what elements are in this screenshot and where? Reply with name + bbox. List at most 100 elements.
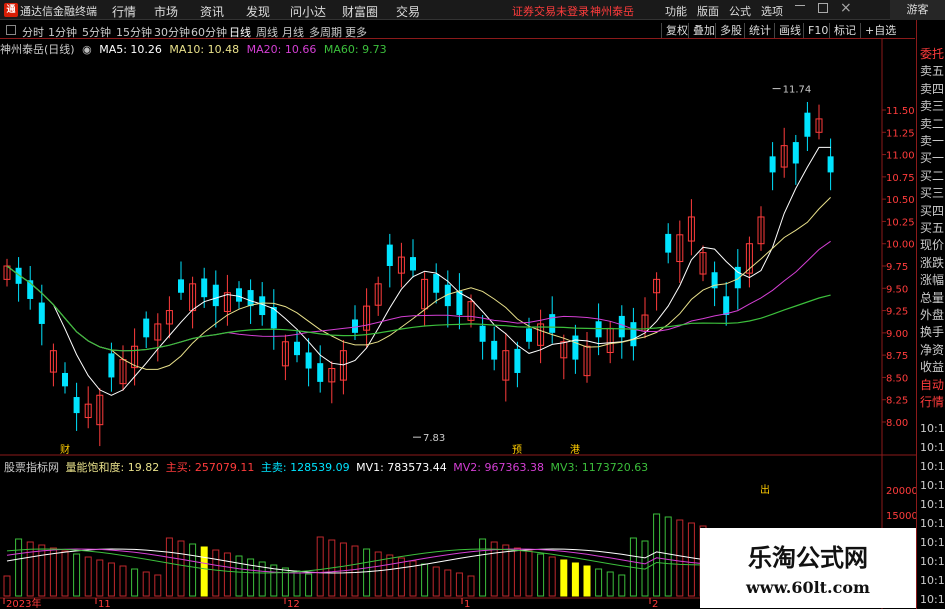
candle-body <box>247 290 254 307</box>
sidebar-item-6[interactable]: 买一 <box>920 150 944 166</box>
sidebar-item-7[interactable]: 买二 <box>920 168 944 184</box>
menu-market-quotes[interactable]: 行情 <box>112 3 136 20</box>
mark-button[interactable]: 标记 <box>829 23 860 38</box>
stats-button[interactable]: 统计 <box>744 23 775 38</box>
sidebar-item-12[interactable]: 涨跌 <box>920 255 944 271</box>
volume-bar <box>479 538 487 597</box>
mv1-value: MV1: 783573.44 <box>356 461 447 474</box>
sidebar-item-10[interactable]: 买五 <box>920 220 944 236</box>
volume-bar <box>189 543 197 597</box>
menu-trade[interactable]: 交易 <box>396 3 420 20</box>
price-tick-label: 11.25 <box>886 128 915 139</box>
sidebar-item-19[interactable]: 自动 <box>920 377 944 393</box>
sidebar-item-4[interactable]: 卖二 <box>920 116 944 132</box>
guest-button[interactable]: 游客 <box>890 0 945 20</box>
sidebar-item-15[interactable]: 外盘 <box>920 307 944 323</box>
sidebar-item-3[interactable]: 卖三 <box>920 98 944 114</box>
sidebar-item-14[interactable]: 总量 <box>920 290 944 306</box>
menu-ask[interactable]: 问小达 <box>290 3 326 20</box>
volume-bar <box>502 544 510 597</box>
volume-bar <box>177 540 185 597</box>
price-tick-label: 9.75 <box>886 262 908 273</box>
close-icon[interactable]: × <box>840 0 852 16</box>
sidebar-item-2[interactable]: 卖四 <box>920 81 944 97</box>
event-marker: 预 <box>512 444 522 456</box>
volume-bar <box>96 559 104 597</box>
volume-bar <box>49 547 57 597</box>
menu-wealth[interactable]: 财富圈 <box>342 3 378 20</box>
candle-body <box>723 296 730 316</box>
candle-body <box>827 156 834 173</box>
indicator-formula: 量能饱和度: 19.82 <box>65 461 160 474</box>
volume-bar <box>26 541 34 597</box>
price-tick-label: 8.25 <box>886 396 908 407</box>
minimize-icon[interactable] <box>795 5 805 6</box>
ma10-line <box>6 197 831 370</box>
app-logo-icon: 通 <box>4 3 18 17</box>
candle-body <box>491 340 498 360</box>
candle-body <box>572 335 579 360</box>
menu-news[interactable]: 资讯 <box>200 3 224 20</box>
low-price-label: 7.83 <box>423 433 445 444</box>
broker-login-status[interactable]: 证券交易未登录 <box>512 3 589 19</box>
price-tick-label: 11.00 <box>886 151 915 162</box>
price-tick-label: 9.50 <box>886 284 908 295</box>
sidebar-item-18[interactable]: 收益 <box>920 359 944 375</box>
f10-button[interactable]: F10 <box>803 23 832 38</box>
price-tick-label: 8.50 <box>886 373 908 384</box>
expand-icon[interactable] <box>6 25 16 35</box>
sidebar-item-0[interactable]: 委托 <box>920 46 944 62</box>
draw-button[interactable]: 画线 <box>774 23 805 38</box>
app-title: 通达信金融终端 <box>20 5 97 18</box>
maximize-icon[interactable] <box>818 3 828 13</box>
watermark-title: 乐淘公式网 <box>748 543 868 572</box>
sidebar-item-9[interactable]: 买四 <box>920 203 944 219</box>
sidebar-item-5[interactable]: 卖一 <box>920 133 944 149</box>
menu-market[interactable]: 市场 <box>154 3 178 20</box>
sidebar-item-13[interactable]: 涨幅 <box>920 272 944 288</box>
candle-body <box>514 348 521 373</box>
toolbar-layout[interactable]: 版面 <box>697 3 719 19</box>
candle-body <box>410 257 416 271</box>
indicator-name[interactable]: 股票指标网 <box>4 461 59 474</box>
multi-stock-button[interactable]: 多股 <box>715 23 746 38</box>
candle-body <box>317 363 324 382</box>
candle-body <box>259 296 266 316</box>
main-buy-value: 主买: 257079.11 <box>165 461 255 474</box>
high-price-label: 11.74 <box>783 85 812 96</box>
sidebar-item-20[interactable]: 行情 <box>920 394 944 410</box>
volume-bar <box>270 564 278 597</box>
candle-body <box>456 290 463 316</box>
toolbar-function[interactable]: 功能 <box>665 3 687 19</box>
sidebar-time-6: 10:1 <box>920 536 945 549</box>
price-tick-label: 8.75 <box>886 351 908 362</box>
volume-bar <box>397 557 405 597</box>
volume-bar <box>525 550 533 597</box>
toolbar-formula[interactable]: 公式 <box>729 3 751 19</box>
menu-discover[interactable]: 发现 <box>246 3 270 20</box>
sidebar-item-16[interactable]: 换手 <box>920 324 944 340</box>
sidebar-item-11[interactable]: 现价 <box>920 237 944 253</box>
candle-body <box>526 328 532 342</box>
ma-legend: 神州泰岳(日线) ◉ MA5: 10.26 MA10: 10.48 MA20: … <box>0 41 391 56</box>
date-tick-label: 2 <box>652 599 658 609</box>
sidebar-item-17[interactable]: 净资 <box>920 342 944 358</box>
sidebar-item-1[interactable]: 卖五 <box>920 63 944 79</box>
settings-icon[interactable]: ◉ <box>82 43 92 56</box>
sidebar-time-9: 10:1 <box>920 593 945 606</box>
title-bar: 通 通达信金融终端 行情 市场 资讯 发现 问小达 财富圈 交易 证券交易未登录… <box>0 0 945 20</box>
watermark-box: 乐淘公式网 www.60lt.com <box>700 528 916 608</box>
add-watchlist-button[interactable]: +自选 <box>860 23 900 38</box>
candle-body <box>201 278 208 298</box>
volume-bar <box>212 549 220 597</box>
candle-body <box>236 288 242 302</box>
price-tick-label: 9.25 <box>886 307 908 318</box>
kline-chart[interactable]: 11.50 11.25 11.00 10.75 10.50 10.25 10.00 9.75 9… <box>0 38 916 609</box>
price-tick-label: 10.50 <box>886 195 915 206</box>
toolbar-options[interactable]: 选项 <box>761 3 783 19</box>
volume-bar <box>653 513 661 597</box>
volume-bar <box>432 566 440 597</box>
volume-bar <box>15 538 23 597</box>
sidebar-item-8[interactable]: 买三 <box>920 185 944 201</box>
mv3-value: MV3: 1173720.63 <box>550 461 649 474</box>
